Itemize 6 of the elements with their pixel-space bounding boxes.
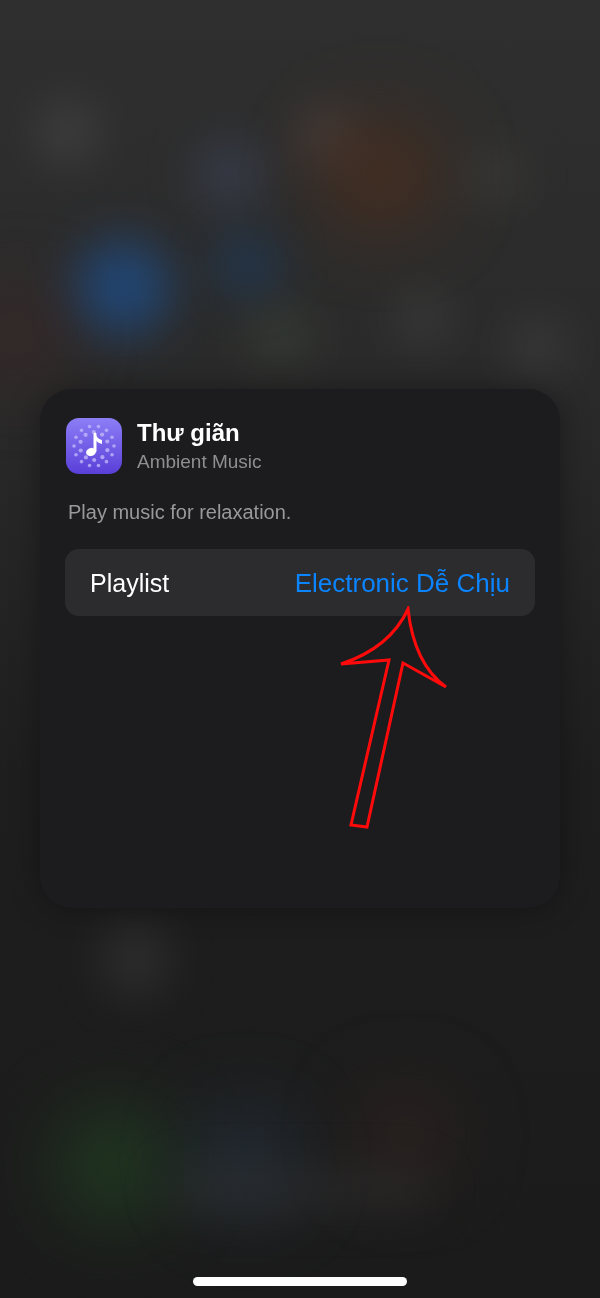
parameter-label: Playlist bbox=[90, 567, 170, 598]
music-app-icon bbox=[66, 418, 122, 474]
widget-title: Thư giãn bbox=[137, 418, 241, 447]
widget-description: Play music for relaxation. bbox=[68, 500, 292, 524]
playlist-value-button[interactable]: Electronic Dễ Chịu bbox=[294, 567, 510, 598]
app-subtitle: Ambient Music bbox=[137, 449, 262, 474]
